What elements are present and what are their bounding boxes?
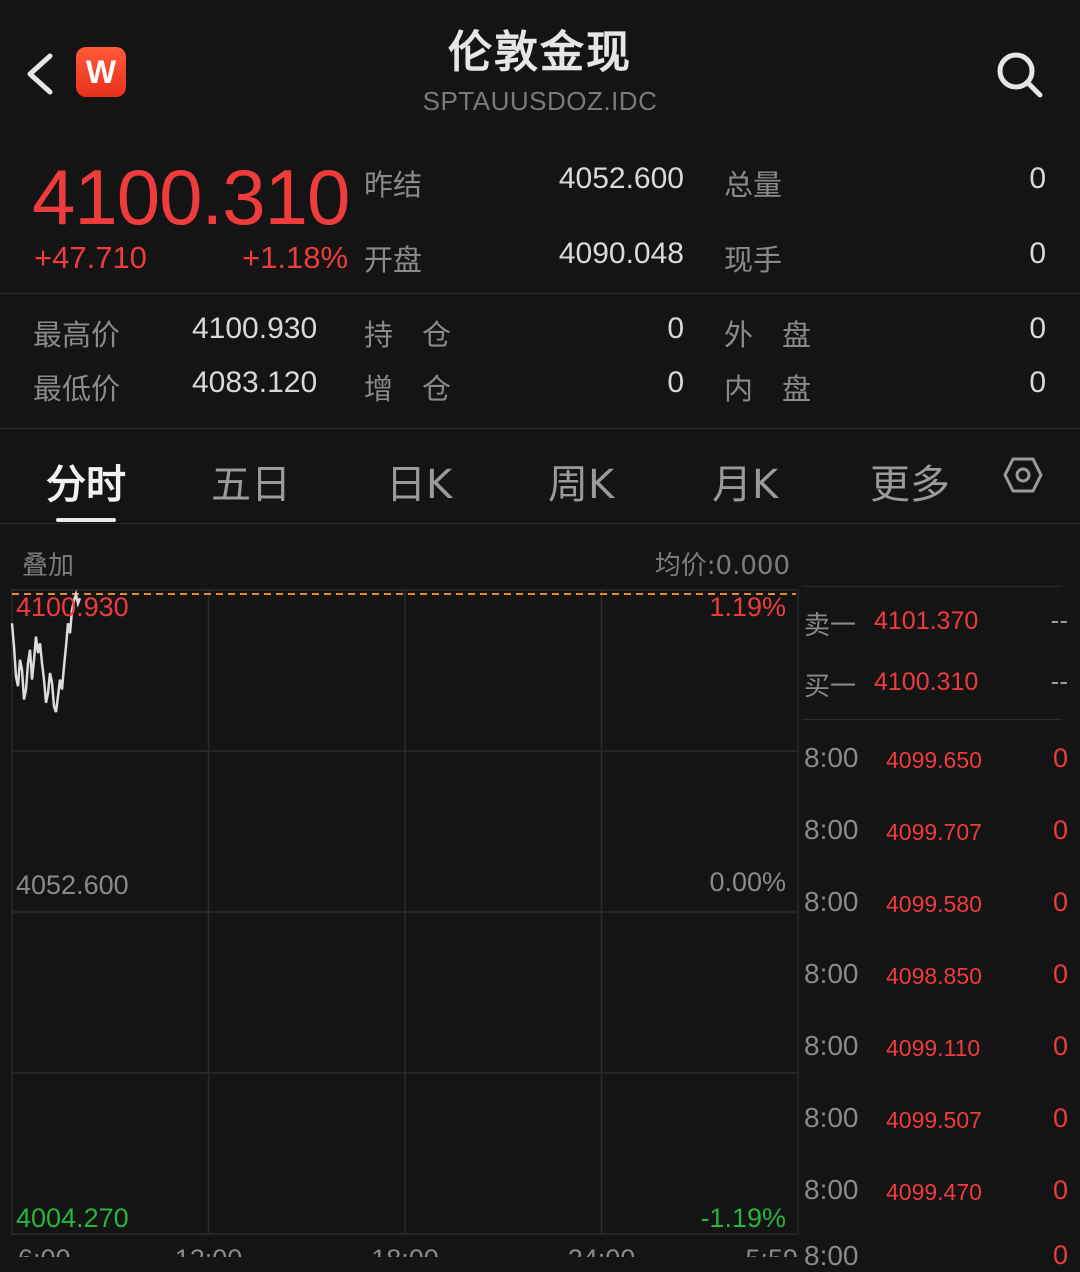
tick-time: 8:00: [804, 958, 859, 989]
symbol-code: SPTAUUSDOZ.IDC: [422, 86, 658, 116]
average-price: 均价:0.000: [654, 551, 790, 581]
tick-price: 4099.110: [886, 1035, 981, 1061]
tick-price: 4099.650: [886, 747, 982, 773]
divider: [0, 523, 1080, 524]
high-value: 4100.930: [192, 312, 318, 345]
current-hand-value: 0: [1029, 237, 1046, 270]
oi-change-label: 增 仓: [364, 372, 452, 406]
bid-1-price: 4100.310: [874, 668, 979, 696]
tab-five-day[interactable]: 五日: [211, 452, 291, 510]
tick-price: 4099.580: [886, 891, 982, 917]
last-price: 4100.310: [32, 153, 350, 241]
inner-value: 0: [1029, 366, 1046, 399]
oi-change-value: 0: [667, 366, 684, 399]
x-axis-ticks: 6:00 12:00 18:00 24:00 5:59: [18, 1244, 798, 1257]
tick-time: 8:00: [804, 814, 859, 845]
x-tick-label: 18:00: [371, 1244, 439, 1257]
tick-time: 8:00: [804, 886, 859, 917]
current-hand-label: 现手: [724, 243, 783, 277]
app-logo[interactable]: W: [76, 47, 126, 97]
divider: [0, 293, 1080, 294]
x-tick-label: 24:00: [568, 1244, 636, 1257]
tab-daily-k[interactable]: 日K: [386, 452, 452, 510]
pct-min-label: -1.19%: [700, 1203, 786, 1233]
tab-weekly-k[interactable]: 周K: [548, 452, 614, 510]
page-title: 伦敦金现: [448, 27, 632, 78]
price-change-percent: +1.18%: [242, 240, 349, 275]
tick-price: 4099.470: [886, 1179, 982, 1205]
tick-time: 8:00: [804, 1030, 859, 1061]
inner-label: 内 盘: [724, 372, 812, 406]
bid-1-label: 买一: [804, 672, 857, 702]
low-label: 最低价: [33, 372, 121, 406]
tick-volume: 0: [1052, 1103, 1068, 1133]
overlay-button[interactable]: 叠加: [22, 545, 74, 582]
tick-volume: 0: [1052, 1240, 1068, 1270]
x-tick-label: 5:59: [745, 1244, 798, 1257]
tick-volume: 0: [1052, 1031, 1068, 1061]
ask-1-label: 卖一: [804, 611, 857, 641]
y-min-label: 4004.270: [16, 1203, 129, 1233]
pct-mid-label: 0.00%: [709, 867, 786, 897]
tick-volume: 0: [1052, 815, 1068, 845]
tick-time: 8:00: [804, 1102, 859, 1133]
tick-price: 4099.507: [886, 1107, 982, 1133]
outer-value: 0: [1029, 312, 1046, 345]
tab-intraday[interactable]: 分时: [46, 452, 126, 510]
y-mid-label: 4052.600: [16, 870, 129, 900]
tick-volume: 0: [1052, 887, 1068, 917]
volume-label: 总量: [724, 168, 783, 202]
prev-settle-value: 4052.600: [558, 162, 684, 195]
ask-1-price: 4101.370: [874, 607, 979, 635]
divider: [802, 586, 1062, 587]
back-chevron-icon[interactable]: [22, 52, 58, 96]
active-tab-indicator: [56, 518, 116, 522]
chart-grid: [11, 589, 799, 1235]
x-tick-label: 12:00: [175, 1244, 243, 1257]
divider: [802, 719, 1062, 720]
volume-value: 0: [1029, 162, 1046, 195]
tick-price: 4098.850: [886, 963, 982, 989]
tick-price: 4099.707: [886, 819, 982, 845]
high-label: 最高价: [33, 318, 121, 352]
open-interest-label: 持 仓: [364, 318, 452, 352]
tick-volume: 0: [1052, 743, 1068, 773]
search-icon[interactable]: [993, 48, 1045, 100]
tick-volume: 0: [1052, 1175, 1068, 1205]
open-value: 4090.048: [558, 237, 684, 270]
tick-time: 8:00: [804, 742, 859, 773]
price-change: +47.710: [34, 240, 147, 275]
ask-1-volume: --: [1050, 605, 1068, 635]
tick-time: 8:00: [804, 1174, 859, 1205]
bid-1-volume: --: [1050, 666, 1068, 696]
intraday-chart[interactable]: 4100.930 1.19% 4052.600 0.00% 4004.270 -…: [0, 580, 800, 1257]
tab-more[interactable]: 更多: [870, 452, 950, 510]
x-tick-label: 6:00: [18, 1244, 71, 1257]
outer-label: 外 盘: [724, 318, 812, 352]
open-interest-value: 0: [667, 312, 684, 345]
low-value: 4083.120: [192, 366, 318, 399]
hexagon-settings-icon[interactable]: [1003, 455, 1043, 495]
divider: [0, 428, 1080, 429]
prev-settle-label: 昨结: [364, 168, 423, 202]
tab-monthly-k[interactable]: 月K: [712, 452, 778, 510]
open-label: 开盘: [364, 243, 423, 277]
pct-max-label: 1.19%: [709, 592, 786, 622]
y-max-label: 4100.930: [16, 592, 129, 622]
tick-volume: 0: [1052, 959, 1068, 989]
tick-time: 8:00: [804, 1240, 859, 1271]
